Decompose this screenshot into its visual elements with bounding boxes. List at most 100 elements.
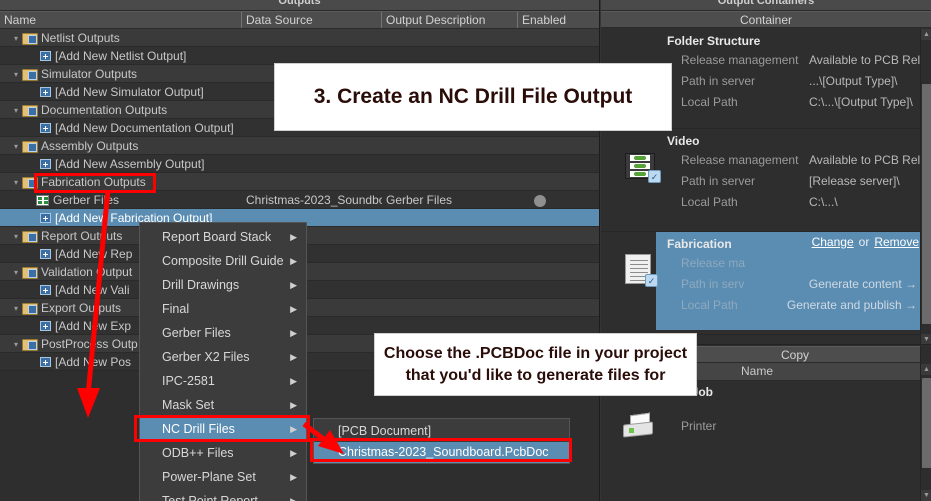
tree-group-netlist-outputs[interactable]: ▾ Netlist Outputs xyxy=(0,29,599,47)
row-label: Local Path xyxy=(681,195,738,209)
folder-icon xyxy=(22,104,38,117)
callout-text-line-2: that you'd like to generate files for xyxy=(405,366,666,384)
submenu-arrow-icon: ▶ xyxy=(290,496,297,501)
pointer-arrow-fabrication-to-menu xyxy=(77,190,111,418)
generate-content-action[interactable]: Generate content → xyxy=(809,274,917,295)
folder-icon xyxy=(22,266,38,279)
outputs-panel-title: Outputs xyxy=(0,0,599,11)
tree-row-label: [Add New Assembly Output] xyxy=(55,157,205,171)
printer-label: Printer xyxy=(681,419,717,433)
collapse-arrow-icon[interactable]: ▾ xyxy=(10,138,22,156)
remove-link[interactable]: Remove xyxy=(874,235,919,249)
row-label: Local Path xyxy=(681,298,738,312)
collapse-arrow-icon[interactable]: ▾ xyxy=(10,336,22,354)
or-label: or xyxy=(858,235,870,249)
scrollbar-thumb[interactable] xyxy=(922,378,931,468)
tree-item-add-new-assembly-output[interactable]: [Add New Assembly Output] xyxy=(0,155,599,173)
menu-item-power-plane-set[interactable]: Power-Plane Set ▶ xyxy=(140,465,306,489)
folder-icon xyxy=(22,338,38,351)
menu-item-label: Power-Plane Set xyxy=(162,470,256,484)
row-label: Path in server xyxy=(681,74,756,88)
change-link[interactable]: Change xyxy=(812,235,854,249)
scroll-down-arrow-icon[interactable]: ▼ xyxy=(921,490,931,501)
fabrication-actions: Change or Remove xyxy=(812,235,919,249)
output-containers-title: Output Containers xyxy=(601,0,931,11)
menu-item-odbpp-files[interactable]: ODB++ Files ▶ xyxy=(140,441,306,465)
container-row[interactable]: Path in serv Generate content → xyxy=(601,274,931,295)
output-containers-title-text: Output Containers xyxy=(717,0,815,7)
row-value: [Release server]\ xyxy=(809,174,900,188)
callout-text-line-1: Choose the .PCBDoc file in your project xyxy=(383,344,688,362)
container-row: Local Path C:\...\ xyxy=(601,192,931,213)
container-group-title: Folder Structure xyxy=(667,34,761,48)
add-icon xyxy=(40,87,51,97)
folder-icon xyxy=(22,302,38,315)
cell-data-source: Christmas-2023_Soundboa xyxy=(246,193,382,207)
callout-choose-pcbdoc: Choose the .PCBDoc file in your project … xyxy=(374,333,697,396)
collapse-arrow-icon[interactable]: ▾ xyxy=(10,264,22,282)
callout-create-nc-drill-file-output: 3. Create an NC Drill File Output xyxy=(274,63,672,131)
tree-row-label: [Add New Netlist Output] xyxy=(55,49,187,63)
outputs-panel-title-text: Outputs xyxy=(278,0,321,7)
enabled-indicator-icon xyxy=(534,195,546,207)
collapse-arrow-icon[interactable]: ▾ xyxy=(10,66,22,84)
submenu-arrow-icon: ▶ xyxy=(290,232,297,242)
app-window: Outputs Name Data Source Output Descript… xyxy=(0,0,931,501)
container-row: Path in server [Release server]\ xyxy=(601,171,931,192)
scroll-down-arrow-icon[interactable]: ▼ xyxy=(921,334,931,344)
tree-row-label: Netlist Outputs xyxy=(41,31,120,45)
row-label: Local Path xyxy=(681,95,738,109)
submenu-arrow-icon: ▶ xyxy=(290,376,297,386)
row-value: Available to PCB Rel xyxy=(809,153,921,167)
container-group-title: Video xyxy=(667,134,700,148)
collapse-arrow-icon[interactable]: ▾ xyxy=(10,228,22,246)
lower-vertical-scrollbar[interactable]: ▲ ▼ xyxy=(920,346,931,501)
column-header-enabled[interactable]: Enabled xyxy=(518,12,596,28)
generate-and-publish-action[interactable]: Generate and publish → xyxy=(787,295,917,316)
tree-group-assembly-outputs[interactable]: ▾ Assembly Outputs xyxy=(0,137,599,155)
container-row: Release ma xyxy=(601,253,931,274)
collapse-arrow-icon[interactable]: ▾ xyxy=(10,300,22,318)
column-header-output-description[interactable]: Output Description xyxy=(382,12,518,28)
add-icon xyxy=(40,357,51,367)
container-column-header[interactable]: Container xyxy=(601,11,931,28)
submenu-arrow-icon: ▶ xyxy=(290,448,297,458)
add-icon xyxy=(40,213,51,223)
container-row[interactable]: Local Path Generate and publish → xyxy=(601,295,931,316)
container-group-fabrication[interactable]: ✓ Fabrication Change or Remove Release ma … xyxy=(601,232,931,335)
tree-row-label: [Add New Simulator Output] xyxy=(55,85,204,99)
highlight-box-pcbdoc-item xyxy=(310,438,572,462)
row-value: Available to PCB Rel xyxy=(809,53,921,67)
container-group-video[interactable]: Video ✓ Release management Available to … xyxy=(601,129,931,232)
folder-icon xyxy=(22,32,38,45)
row-value: C:\...\[Output Type]\ xyxy=(809,95,913,109)
row-label: Release ma xyxy=(681,256,746,270)
menu-item-label: Test Point Report xyxy=(162,494,258,501)
highlight-box-nc-drill-files xyxy=(134,415,310,442)
tree-row-label: Assembly Outputs xyxy=(41,139,139,153)
gerber-files-icon xyxy=(36,195,49,206)
tree-row-label: Documentation Outputs xyxy=(41,103,168,117)
submenu-arrow-icon: ▶ xyxy=(290,280,297,290)
scroll-up-arrow-icon[interactable]: ▲ xyxy=(921,29,931,40)
add-icon xyxy=(40,123,51,133)
outputs-column-header: Name Data Source Output Description Enab… xyxy=(0,11,599,29)
folder-icon xyxy=(22,140,38,153)
column-header-name[interactable]: Name xyxy=(0,12,242,28)
cell-output-description: Gerber Files xyxy=(386,193,453,207)
column-header-data-source[interactable]: Data Source xyxy=(242,12,382,28)
container-row: Release management Available to PCB Rel xyxy=(601,150,931,171)
tree-row-label: Simulator Outputs xyxy=(41,67,138,81)
menu-item-label: ODB++ Files xyxy=(162,446,234,460)
collapse-arrow-icon[interactable]: ▾ xyxy=(10,174,22,192)
scroll-up-arrow-icon[interactable]: ▲ xyxy=(921,364,931,375)
collapse-arrow-icon[interactable]: ▾ xyxy=(10,30,22,48)
callout-text: 3. Create an NC Drill File Output xyxy=(313,85,633,108)
collapse-arrow-icon[interactable]: ▾ xyxy=(10,102,22,120)
add-icon xyxy=(40,51,51,61)
menu-item-test-point-report[interactable]: Test Point Report ▶ xyxy=(140,489,306,501)
row-label: Release management xyxy=(681,153,799,167)
add-icon xyxy=(40,159,51,169)
submenu-arrow-icon: ▶ xyxy=(290,472,297,482)
printer-icon xyxy=(621,412,657,442)
